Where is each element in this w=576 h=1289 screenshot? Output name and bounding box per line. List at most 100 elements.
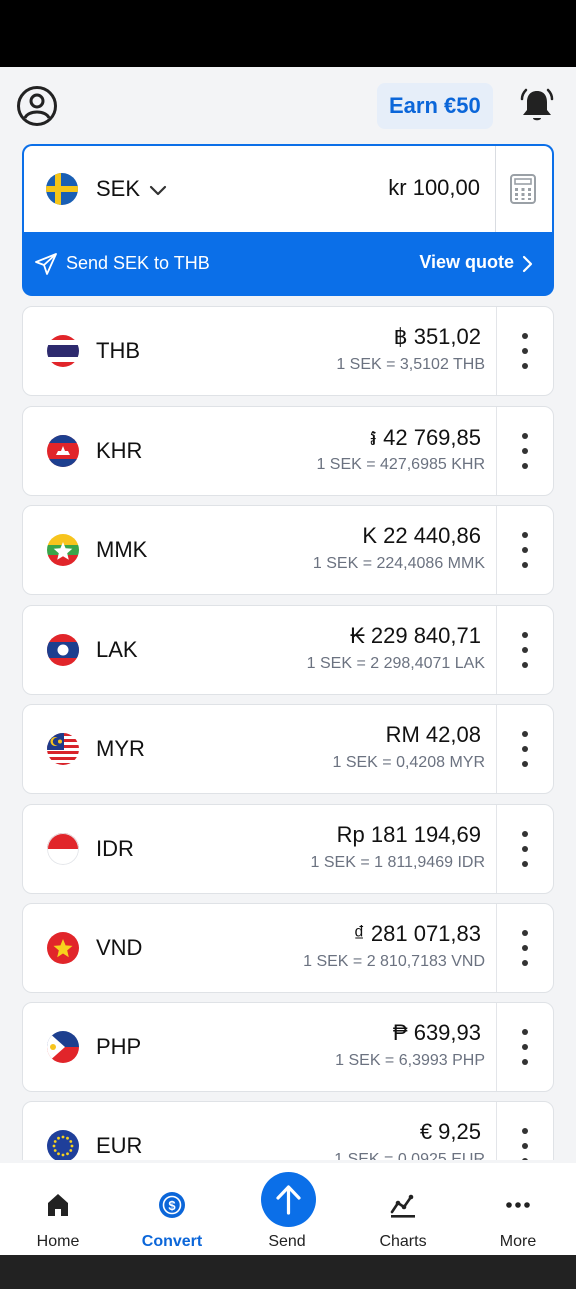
user-circle-icon[interactable] <box>16 85 58 127</box>
currency-code: EUR <box>96 1133 143 1158</box>
currency-code: MMK <box>96 537 148 562</box>
more-vertical-icon[interactable] <box>518 729 532 769</box>
divider <box>496 1102 497 1160</box>
send-quote-row[interactable]: Send SEK to THB View quote <box>24 232 552 294</box>
exchange-rate: 1 SEK = 2 298,4071 LAK <box>306 655 485 672</box>
currency-code: THB <box>96 338 140 363</box>
bell-icon[interactable] <box>518 87 556 125</box>
base-currency-input[interactable]: SEK kr 100,00 <box>24 146 552 232</box>
nav-charts-label: Charts <box>379 1233 427 1250</box>
divider <box>496 805 497 893</box>
laos-flag-icon <box>47 634 79 666</box>
exchange-rate: 1 SEK = 3,5102 THB <box>336 356 485 373</box>
converted-amount: RM 42,08 <box>385 722 481 747</box>
nav-charts[interactable]: Charts <box>348 1163 458 1255</box>
system-navigation-bar <box>0 1255 576 1289</box>
myanmar-flag-icon <box>47 534 79 566</box>
nav-convert[interactable]: $ Convert <box>117 1163 227 1255</box>
vietnam-flag-icon <box>47 932 79 964</box>
more-vertical-icon[interactable] <box>518 928 532 968</box>
base-currency-code[interactable]: SEK <box>96 176 140 202</box>
exchange-rate: 1 SEK = 224,4086 MMK <box>312 555 485 572</box>
divider <box>496 407 497 495</box>
send-label: Send SEK to THB <box>66 253 210 273</box>
currency-code: LAK <box>96 637 138 662</box>
more-vertical-icon[interactable] <box>518 829 532 869</box>
chevron-right-icon <box>522 255 533 273</box>
converted-amount: € 9,25 <box>419 1119 481 1144</box>
exchange-rate: 1 SEK = 0,0925 EUR <box>334 1151 485 1160</box>
more-horizontal-icon <box>506 1202 530 1208</box>
send-fab-button[interactable] <box>261 1172 316 1227</box>
currency-row-lak[interactable]: LAK ₭ 229 840,71 1 SEK = 2 298,4071 LAK <box>22 605 554 695</box>
earn-button[interactable]: Earn €50 <box>377 83 493 129</box>
divider <box>496 904 497 992</box>
currency-row-khr[interactable]: KHR ៛ 42 769,85 1 SEK = 427,6985 KHR <box>22 406 554 496</box>
currency-convert-icon: $ <box>159 1192 185 1218</box>
eu-flag-icon <box>47 1130 79 1160</box>
divider <box>495 146 496 232</box>
currency-row-eur[interactable]: EUR € 9,25 1 SEK = 0,0925 EUR <box>22 1101 554 1160</box>
currency-row-mmk[interactable]: MMK K 22 440,86 1 SEK = 224,4086 MMK <box>22 505 554 595</box>
base-amount-value[interactable]: kr 100,00 <box>388 175 480 201</box>
currency-list: THB ฿ 351,02 1 SEK = 3,5102 THB KHR ៛ 42… <box>0 300 576 1160</box>
converted-amount: ฿ 351,02 <box>393 324 481 349</box>
philippines-flag-icon <box>47 1031 79 1063</box>
sweden-flag-icon <box>46 173 78 205</box>
view-quote-link[interactable]: View quote <box>419 252 514 273</box>
indonesia-flag-icon <box>47 833 79 865</box>
currency-code: VND <box>96 935 143 960</box>
converted-amount: ₱ 639,93 <box>392 1020 481 1045</box>
more-vertical-icon[interactable] <box>518 1027 532 1067</box>
nav-send-label[interactable]: Send <box>232 1233 342 1251</box>
divider <box>496 1003 497 1091</box>
more-vertical-icon[interactable] <box>518 530 532 570</box>
more-vertical-icon[interactable] <box>518 1126 532 1160</box>
converted-amount: ៛ 42 769,85 <box>370 425 481 450</box>
thailand-flag-icon <box>47 335 79 367</box>
divider <box>496 307 497 395</box>
exchange-rate: 1 SEK = 2 810,7183 VND <box>303 953 485 970</box>
malaysia-flag-icon <box>47 733 79 765</box>
send-plane-icon <box>35 253 57 275</box>
bottom-navigation: Home $ Convert Send Charts More <box>0 1163 576 1255</box>
divider <box>496 506 497 594</box>
arrow-up-icon <box>276 1185 301 1215</box>
converted-amount: ₫ 281 071,83 <box>353 921 481 946</box>
nav-home-label: Home <box>36 1233 80 1250</box>
exchange-rate: 1 SEK = 0,4208 MYR <box>332 754 485 771</box>
chevron-down-icon[interactable] <box>148 180 168 200</box>
currency-row-vnd[interactable]: VND ₫ 281 071,83 1 SEK = 2 810,7183 VND <box>22 903 554 993</box>
currency-row-myr[interactable]: MYR RM 42,08 1 SEK = 0,4208 MYR <box>22 704 554 794</box>
exchange-rate: 1 SEK = 427,6985 KHR <box>316 456 485 473</box>
chart-line-icon <box>390 1194 415 1218</box>
converted-amount: K 22 440,86 <box>362 523 481 548</box>
currency-row-php[interactable]: PHP ₱ 639,93 1 SEK = 6,3993 PHP <box>22 1002 554 1092</box>
currency-row-thb[interactable]: THB ฿ 351,02 1 SEK = 3,5102 THB <box>22 306 554 396</box>
more-vertical-icon[interactable] <box>518 630 532 670</box>
svg-text:$: $ <box>168 1198 176 1213</box>
divider <box>496 606 497 694</box>
currency-code: MYR <box>96 736 145 761</box>
exchange-rate: 1 SEK = 1 811,9469 IDR <box>310 854 485 871</box>
nav-more[interactable]: More <box>463 1163 573 1255</box>
converted-amount: Rp 181 194,69 <box>336 822 481 847</box>
currency-code: PHP <box>96 1034 142 1059</box>
more-vertical-icon[interactable] <box>518 331 532 371</box>
status-bar <box>0 0 576 67</box>
currency-row-idr[interactable]: IDR Rp 181 194,69 1 SEK = 1 811,9469 IDR <box>22 804 554 894</box>
exchange-rate: 1 SEK = 6,3993 PHP <box>335 1052 485 1069</box>
more-vertical-icon[interactable] <box>518 431 532 471</box>
base-currency-card: SEK kr 100,00 Send SEK to THB View quote <box>22 144 554 296</box>
converted-amount: ₭ 229 840,71 <box>350 623 481 648</box>
home-icon <box>48 1194 68 1216</box>
calculator-icon[interactable] <box>510 174 536 204</box>
currency-code: IDR <box>96 836 134 861</box>
nav-home[interactable]: Home <box>3 1163 113 1255</box>
cambodia-flag-icon <box>47 435 79 467</box>
nav-more-label: More <box>499 1233 537 1250</box>
app-header: Earn €50 <box>0 67 576 143</box>
nav-convert-label: Convert <box>141 1233 203 1250</box>
divider <box>496 705 497 793</box>
currency-code: KHR <box>96 438 143 463</box>
